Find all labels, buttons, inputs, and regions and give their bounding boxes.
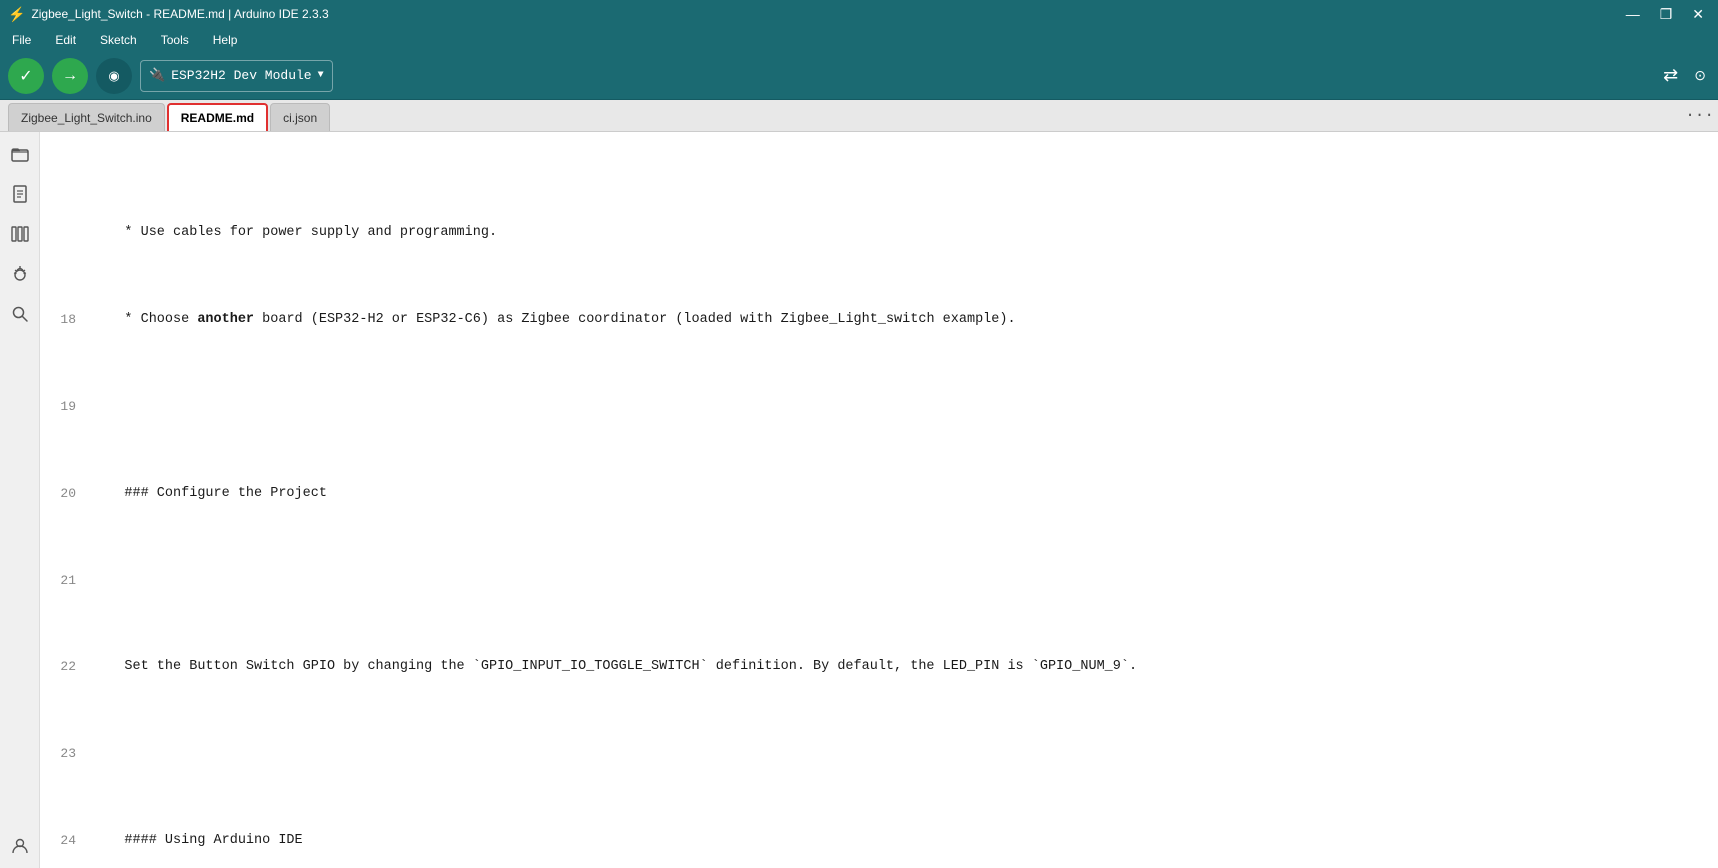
tab-readme-md-label: README.md [181, 111, 254, 125]
title-bar-left: ⚡ Zigbee_Light_Switch - README.md | Ardu… [8, 6, 329, 23]
menu-bar: File Edit Sketch Tools Help [0, 28, 1718, 52]
code-line-19: 19 [40, 396, 1718, 418]
menu-edit[interactable]: Edit [51, 31, 80, 49]
app-icon: ⚡ [8, 6, 25, 23]
sidebar [0, 132, 40, 868]
tab-bar: Zigbee_Light_Switch.ino README.md ci.jso… [0, 100, 1718, 132]
verify-button[interactable]: ✓ [8, 58, 44, 94]
tab-more-button[interactable]: ··· [1685, 106, 1714, 124]
toolbar-right: ⇄ ⊙ [1659, 61, 1710, 90]
tab-zigbee-ino-label: Zigbee_Light_Switch.ino [21, 111, 152, 125]
board-icon: 🔌 [149, 68, 165, 83]
title-bar: ⚡ Zigbee_Light_Switch - README.md | Ardu… [0, 0, 1718, 28]
code-line-24: 24 #### Using Arduino IDE [40, 830, 1718, 852]
main-area: * Use cables for power supply and progra… [0, 132, 1718, 868]
sidebar-folder-icon[interactable] [6, 140, 34, 168]
tab-ci-json[interactable]: ci.json [270, 103, 330, 131]
sidebar-file-icon[interactable] [6, 180, 34, 208]
menu-help[interactable]: Help [209, 31, 242, 49]
close-button[interactable]: ✕ [1686, 4, 1710, 25]
code-line-23: 23 [40, 743, 1718, 765]
menu-tools[interactable]: Tools [157, 31, 193, 49]
menu-file[interactable]: File [8, 31, 35, 49]
board-selector[interactable]: 🔌 ESP32H2 Dev Module ▼ [140, 60, 333, 92]
sidebar-debug-icon[interactable] [6, 260, 34, 288]
serial-monitor-button[interactable]: ⇄ [1659, 61, 1682, 90]
window-title: Zigbee_Light_Switch - README.md | Arduin… [31, 7, 328, 21]
sidebar-user-icon[interactable] [6, 832, 34, 860]
code-line-22: 22 Set the Button Switch GPIO by changin… [40, 656, 1718, 678]
code-content: * Use cables for power supply and progra… [40, 132, 1718, 868]
code-line-18: 18 * Choose another board (ESP32-H2 or E… [40, 309, 1718, 331]
code-line-20: 20 ### Configure the Project [40, 483, 1718, 505]
toolbar: ✓ → ◉ 🔌 ESP32H2 Dev Module ▼ ⇄ ⊙ [0, 52, 1718, 100]
serial-plotter-button[interactable]: ⊙ [1690, 63, 1710, 88]
title-bar-controls[interactable]: — ❐ ✕ [1620, 4, 1710, 25]
sidebar-library-icon[interactable] [6, 220, 34, 248]
minimize-button[interactable]: — [1620, 4, 1646, 25]
board-label: ESP32H2 Dev Module [171, 68, 311, 83]
sidebar-search-icon[interactable] [6, 300, 34, 328]
maximize-button[interactable]: ❐ [1654, 4, 1679, 25]
tab-ci-json-label: ci.json [283, 111, 317, 125]
debugger-button[interactable]: ◉ [96, 58, 132, 94]
menu-sketch[interactable]: Sketch [96, 31, 141, 49]
upload-button[interactable]: → [52, 58, 88, 94]
tab-zigbee-ino[interactable]: Zigbee_Light_Switch.ino [8, 103, 165, 131]
code-line-top: * Use cables for power supply and progra… [40, 222, 1718, 244]
board-dropdown-icon: ▼ [318, 70, 324, 81]
code-area[interactable]: * Use cables for power supply and progra… [40, 132, 1718, 868]
tab-readme-md[interactable]: README.md [167, 103, 268, 131]
code-line-21: 21 [40, 570, 1718, 592]
